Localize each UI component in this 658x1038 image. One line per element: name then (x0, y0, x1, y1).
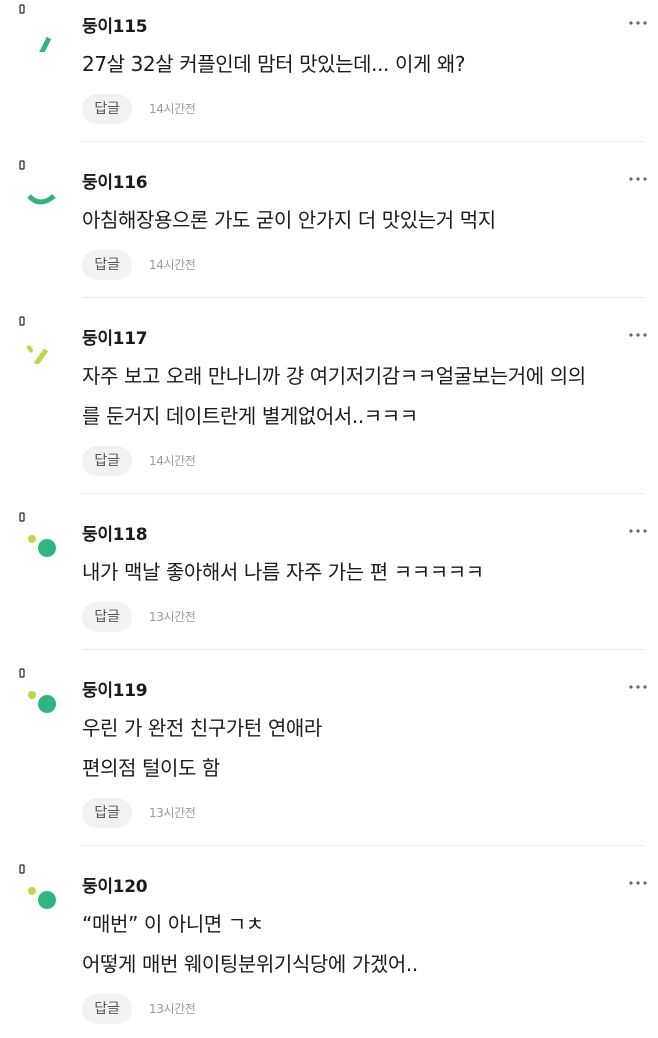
comment-line: “매번” 이 아니면 ㄱㅊ (82, 912, 264, 936)
comment-item: 둥이118 내가 맥날 좋아해서 나름 자주 가는 편 ㅋㅋㅋㅋㅋ 답글 13시… (0, 508, 658, 650)
comment-line: 자주 보고 오래 만나니까 걍 여기저기감ㅋㅋ얼굴보는거에 의의 (82, 364, 586, 388)
comment-divider (82, 297, 644, 298)
comment-item: 둥이120 “매번” 이 아니면 ㄱㅊ 어떻게 매번 웨이팅분위기식당에 가겠어… (0, 860, 658, 1038)
comment-line: 어떻게 매번 웨이팅분위기식당에 가겠어.. (82, 952, 418, 976)
comment-line: 27살 32살 커플인데 맘터 맛있는데... 이게 왜? (82, 52, 466, 76)
comment-time: 14시간전 (149, 258, 196, 272)
comment-divider (82, 649, 644, 650)
more-options-icon[interactable] (628, 176, 648, 182)
more-options-icon[interactable] (628, 332, 648, 338)
comment-body: “매번” 이 아니면 ㄱㅊ 어떻게 매번 웨이팅분위기식당에 가겠어.. (82, 904, 418, 984)
comment-time: 14시간전 (149, 102, 196, 116)
comment-item: 둥이115 27살 32살 커플인데 맘터 맛있는데... 이게 왜? 답글 1… (0, 0, 658, 142)
more-options-icon[interactable] (628, 684, 648, 690)
green-dots-avatar-icon[interactable] (16, 510, 66, 560)
green-arc-avatar-icon[interactable] (16, 158, 66, 208)
comment-divider (82, 845, 644, 846)
more-options-icon[interactable] (628, 20, 648, 26)
comment-body: 자주 보고 오래 만나니까 걍 여기저기감ㅋㅋ얼굴보는거에 의의 를 둔거지 데… (82, 356, 586, 436)
reply-button[interactable]: 답글 (82, 798, 132, 828)
more-options-icon[interactable] (628, 880, 648, 886)
comment-item: 둥이116 아침해장용으론 가도 굳이 안가지 더 맛있는거 먹지 답글 14시… (0, 156, 658, 298)
reply-button[interactable]: 답글 (82, 250, 132, 280)
comment-line: 아침해장용으론 가도 굳이 안가지 더 맛있는거 먹지 (82, 208, 496, 232)
comment-body: 내가 맥날 좋아해서 나름 자주 가는 편 ㅋㅋㅋㅋㅋ (82, 552, 484, 592)
comment-line: 우린 가 완전 친구가턴 연애라 (82, 716, 322, 740)
reply-button[interactable]: 답글 (82, 994, 132, 1024)
comment-item: 둥이117 자주 보고 오래 만나니까 걍 여기저기감ㅋㅋ얼굴보는거에 의의 를… (0, 312, 658, 494)
comment-divider (82, 141, 644, 142)
comment-author[interactable]: 둥이116 (82, 168, 148, 193)
comment-author[interactable]: 둥이119 (82, 676, 148, 701)
comment-time: 13시간전 (149, 610, 196, 624)
green-dots-avatar-icon[interactable] (16, 666, 66, 716)
reply-button[interactable]: 답글 (82, 602, 132, 632)
comment-item: 둥이119 우린 가 완전 친구가턴 연애라 편의점 털이도 함 답글 13시간… (0, 664, 658, 846)
more-options-icon[interactable] (628, 528, 648, 534)
green-dots-avatar-icon[interactable] (16, 862, 66, 912)
comment-author[interactable]: 둥이117 (82, 324, 148, 349)
comment-author[interactable]: 둥이118 (82, 520, 148, 545)
comment-time: 13시간전 (149, 806, 196, 820)
comment-line: 편의점 털이도 함 (82, 756, 220, 780)
reply-button[interactable]: 답글 (82, 446, 132, 476)
comment-body: 우린 가 완전 친구가턴 연애라 편의점 털이도 함 (82, 708, 322, 788)
comment-body: 27살 32살 커플인데 맘터 맛있는데... 이게 왜? (82, 44, 466, 84)
comment-line: 내가 맥날 좋아해서 나름 자주 가는 편 ㅋㅋㅋㅋㅋ (82, 560, 484, 584)
comment-body: 아침해장용으론 가도 굳이 안가지 더 맛있는거 먹지 (82, 200, 496, 240)
comment-divider (82, 493, 644, 494)
reply-button[interactable]: 답글 (82, 94, 132, 124)
comment-time: 14시간전 (149, 454, 196, 468)
comment-author[interactable]: 둥이120 (82, 872, 148, 897)
lime-strokes-avatar-icon[interactable] (16, 314, 66, 364)
comment-author[interactable]: 둥이115 (82, 12, 148, 37)
comment-line: 를 둔거지 데이트란게 별게없어서..ㅋㅋㅋ (82, 404, 418, 428)
green-dash-avatar-icon[interactable] (16, 2, 66, 52)
comment-time: 13시간전 (149, 1002, 196, 1016)
